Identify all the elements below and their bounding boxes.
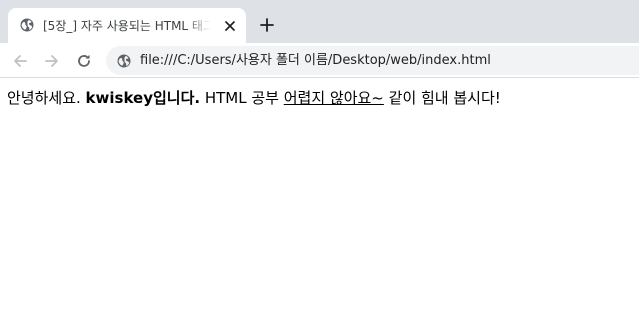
page-content: 안녕하세요. kwiskey입니다. HTML 공부 어렵지 않아요~ 같이 힘… [7,88,501,108]
browser-toolbar: file:///C:/Users/사용자 폴더 이름/Desktop/web/i… [0,43,639,78]
tab-strip: [5장_] 자주 사용되는 HTML 태그 [0,0,639,43]
arrow-right-icon [45,55,58,67]
close-icon [225,21,235,31]
active-tab[interactable]: [5장_] 자주 사용되는 HTML 태그 [8,8,246,43]
globe-icon [20,18,34,32]
plus-icon [260,18,274,32]
url-text[interactable]: file:///C:/Users/사용자 폴더 이름/Desktop/web/i… [140,51,491,70]
reload-button[interactable] [73,50,95,72]
bold-text: kwiskey입니다. [85,89,201,107]
arrow-left-icon [14,55,27,67]
underlined-text: 어렵지 않아요~ [283,89,384,107]
tab-close-button[interactable] [221,17,239,35]
closing-text: 같이 힘내 봅시다! [383,89,501,107]
browser-window: [5장_] 자주 사용되는 HTML 태그 file:///C:/Users/사… [0,0,639,316]
tab-title: [5장_] 자주 사용되는 HTML 태그 [43,19,211,33]
new-tab-button[interactable] [256,14,278,36]
reload-icon [78,54,90,67]
globe-icon [117,54,131,68]
address-bar[interactable]: file:///C:/Users/사용자 폴더 이름/Desktop/web/i… [106,46,639,75]
greeting-text: 안녕하세요. [7,89,86,107]
forward-button[interactable] [41,50,63,72]
body-text: HTML 공부 [200,89,284,107]
back-button[interactable] [9,50,31,72]
